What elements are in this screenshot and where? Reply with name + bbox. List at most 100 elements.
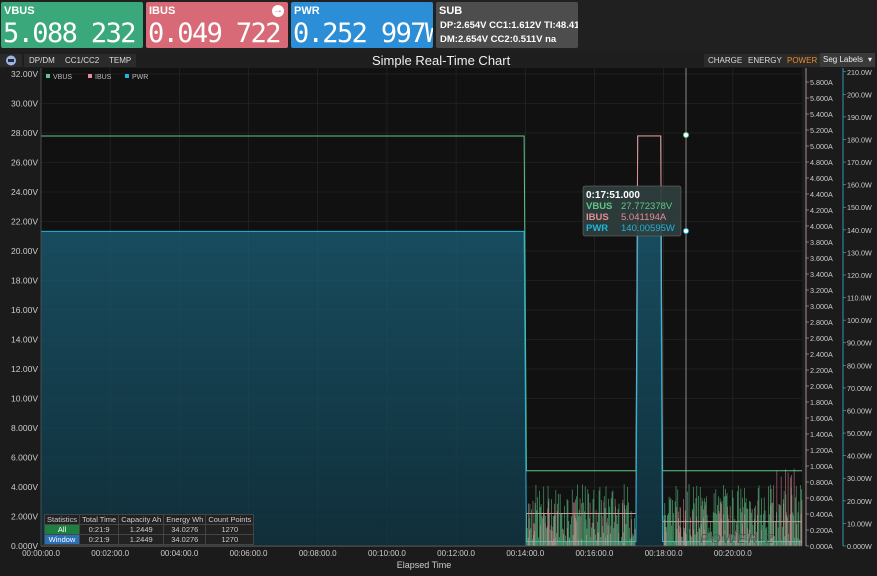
tooltip-pwr-value: 140.00595W (621, 223, 675, 234)
chart-title: Simple Real-Time Chart (372, 53, 511, 68)
y-mid-tick-label: 4.200A (810, 206, 833, 215)
x-tick-label: 00:12:00.0 (437, 549, 475, 558)
y-mid-tick-label: 1.000A (810, 462, 833, 471)
y-left-tick-label: 20.00V (11, 246, 38, 256)
tab-temp[interactable]: TEMP (104, 54, 137, 67)
y-left-tick-label: 2.000V (11, 512, 38, 522)
y-mid-tick-label: 2.000A (810, 382, 833, 391)
chart-toolbar: DP/DM CC1/CC2 TEMP Simple Real-Time Char… (0, 52, 877, 68)
x-tick-label: 00:02:00.0 (91, 549, 129, 558)
ibus-label: IBUS (149, 5, 176, 17)
legend-label-pwr: PWR (132, 74, 148, 81)
y-mid-tick-label: 3.400A (810, 270, 833, 279)
y-left-tick-label: 30.00V (11, 99, 38, 109)
vbus-label: VBUS (4, 5, 35, 17)
legend-swatch-pwr (125, 74, 129, 78)
seg-labels-select[interactable]: Seg Labels ▾ (820, 53, 875, 67)
y-mid-tick-label: 2.200A (810, 366, 833, 375)
pwr-tile[interactable]: PWR 0.252 997W (291, 2, 433, 48)
y-right-tick-label: 50.00W (847, 429, 872, 438)
y-mid-tick-label: 3.600A (810, 254, 833, 263)
y-mid-tick-label: 2.800A (810, 318, 833, 327)
sub-line-2: DM:2.654V CC2:0.511V na (440, 34, 557, 45)
y-mid-tick-label: 4.800A (810, 158, 833, 167)
stats-header: Count Points (205, 514, 255, 525)
x-tick-label: 00:06:00.0 (230, 549, 268, 558)
stats-cell: 34.0276 (163, 524, 207, 535)
y-mid-tick-label: 0.200A (810, 526, 833, 535)
x-tick-label: 00:04:00.0 (160, 549, 198, 558)
tooltip-ibus-label: IBUS (586, 212, 609, 223)
logo-icon (6, 55, 16, 66)
tab-dp-dm[interactable]: DP/DM (24, 54, 60, 67)
sub-line-1: DP:2.654V CC1:1.612V TI:48.41°C (440, 20, 578, 31)
stats-cell: 34.0276 (163, 534, 207, 545)
readout-bar: VBUS 5.088 232 V IBUS → 0.049 722 A PWR … (0, 0, 877, 52)
stats-header: Energy Wh (163, 514, 207, 525)
y-right-tick-label: 200.0W (847, 90, 872, 99)
tab-cc1-cc2[interactable]: CC1/CC2 (60, 54, 105, 67)
stats-header: Total Time (79, 514, 120, 525)
y-right-tick-label: 100.0W (847, 316, 872, 325)
vbus-tile[interactable]: VBUS 5.088 232 V (1, 2, 143, 48)
x-axis-label: Elapsed Time (397, 560, 452, 570)
tooltip-vbus-label: VBUS (586, 201, 612, 212)
x-tick-label: 00:18:00.0 (645, 549, 683, 558)
stats-header: Capacity Ah (118, 514, 165, 525)
y-right-tick-label: 120.0W (847, 271, 872, 280)
y-right-tick-label: 60.00W (847, 406, 872, 415)
chart-legend: VBUS IBUS PWR (46, 74, 148, 81)
mode-power-button[interactable]: POWER (783, 54, 822, 67)
cursor-dot-vbus (683, 132, 689, 138)
y-mid-tick-label: 5.800A (810, 78, 833, 87)
x-tick-label: 00:00:00.0 (22, 549, 60, 558)
y-right-tick-label: 30.00W (847, 474, 872, 483)
chart-area[interactable]: 0.000V2.000V4.000V6.000V8.000V10.00V12.0… (0, 68, 877, 576)
stats-cell: 0:21:9 (79, 524, 120, 535)
sub-tile[interactable]: SUB DP:2.654V CC1:1.612V TI:48.41°C DM:2… (436, 2, 578, 48)
y-mid-tick-label: 0.000A (810, 542, 833, 551)
y-right-tick-label: 160.0W (847, 181, 872, 190)
sub-label: SUB (439, 5, 463, 17)
watermark: POWER-Z (700, 531, 775, 546)
y-mid-tick-label: 5.000A (810, 142, 833, 151)
app-logo[interactable] (0, 54, 22, 67)
y-mid-tick-label: 3.200A (810, 286, 833, 295)
stats-cell: 1270 (205, 524, 255, 535)
y-mid-tick-label: 1.800A (810, 398, 833, 407)
y-left-tick-label: 6.000V (11, 453, 38, 463)
stats-row-all-label: All (43, 524, 81, 535)
y-right-tick-label: 70.00W (847, 384, 872, 393)
y-right-tick-label: 0.000W (847, 542, 872, 551)
legend-label-ibus: IBUS (95, 74, 112, 81)
y-left-tick-label: 26.00V (11, 158, 38, 168)
y-mid-tick-label: 5.200A (810, 126, 833, 135)
stats-cell: 1270 (205, 534, 255, 545)
y-mid-tick-label: 1.400A (810, 430, 833, 439)
y-right-tick-label: 10.00W (847, 519, 872, 528)
arrow-right-icon[interactable]: → (272, 5, 284, 17)
y-left-tick-label: 4.000V (11, 482, 38, 492)
stats-header: Statistics (43, 514, 81, 525)
y-left-tick-label: 14.00V (11, 335, 38, 345)
stats-cell: 1.2449 (118, 524, 165, 535)
y-right-tick-label: 170.0W (847, 158, 872, 167)
x-tick-label: 00:16:00.0 (576, 549, 614, 558)
y-mid-tick-label: 0.400A (810, 510, 833, 519)
tooltip-vbus-value: 27.772378V (621, 201, 673, 212)
mode-charge-button[interactable]: CHARGE (704, 54, 747, 67)
ibus-tile[interactable]: IBUS → 0.049 722 A (146, 2, 288, 48)
statistics-table: Statistics Total Time Capacity Ah Energy… (43, 514, 255, 545)
tooltip-time: 0:17:51.000 (586, 190, 640, 201)
y-right-tick-label: 90.00W (847, 339, 872, 348)
y-mid-tick-label: 2.400A (810, 350, 833, 359)
y-mid-tick-label: 1.600A (810, 414, 833, 423)
y-mid-tick-label: 4.600A (810, 174, 833, 183)
y-mid-tick-label: 4.000A (810, 222, 833, 231)
chevron-down-icon: ▾ (867, 55, 872, 64)
y-mid-tick-label: 0.800A (810, 478, 833, 487)
mode-energy-button[interactable]: ENERGY (744, 54, 786, 67)
cursor-dot-pwr (683, 228, 689, 234)
y-mid-tick-label: 5.600A (810, 94, 833, 103)
y-mid-tick-label: 2.600A (810, 334, 833, 343)
